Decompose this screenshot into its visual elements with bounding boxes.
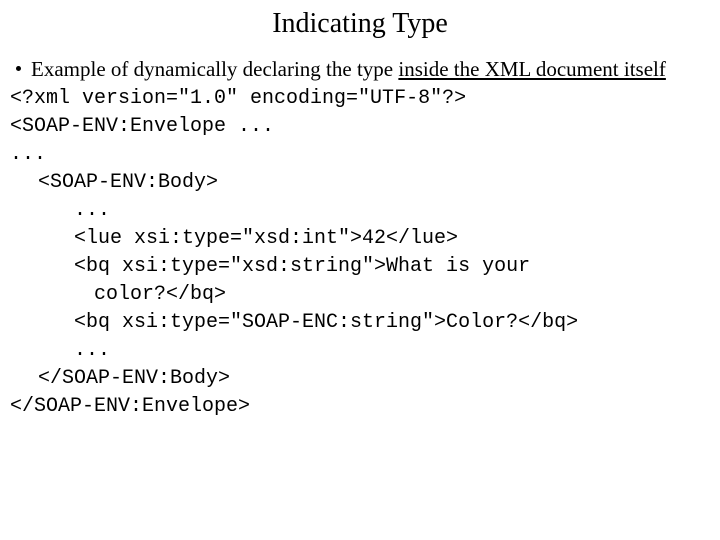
bullet-underlined: inside the XML document itself <box>398 57 666 81</box>
code-line-9: ... <box>74 338 710 364</box>
slide-title: Indicating Type <box>10 6 710 42</box>
slide: Indicating Type Example of dynamically d… <box>0 0 720 430</box>
bullet-item: Example of dynamically declaring the typ… <box>16 56 710 83</box>
code-line-3: ... <box>10 142 710 168</box>
code-line-7a: <bq xsi:type="xsd:string">What is your <box>74 254 710 280</box>
code-line-5: ... <box>74 198 710 224</box>
bullet-text: Example of dynamically declaring the typ… <box>31 56 666 83</box>
code-line-8: <bq xsi:type="SOAP-ENC:string">Color?</b… <box>74 310 710 336</box>
code-line-10: </SOAP-ENV:Body> <box>38 366 710 392</box>
bullet-prefix: Example of dynamically declaring the typ… <box>31 57 398 81</box>
code-line-11: </SOAP-ENV:Envelope> <box>10 394 710 420</box>
code-line-4: <SOAP-ENV:Body> <box>38 170 710 196</box>
bullet-dot-icon <box>16 66 21 71</box>
code-line-1: <?xml version="1.0" encoding="UTF-8"?> <box>10 86 710 112</box>
code-line-6: <lue xsi:type="xsd:int">42</lue> <box>74 226 710 252</box>
code-line-7b: color?</bq> <box>94 282 710 308</box>
code-line-2: <SOAP-ENV:Envelope ... <box>10 114 710 140</box>
